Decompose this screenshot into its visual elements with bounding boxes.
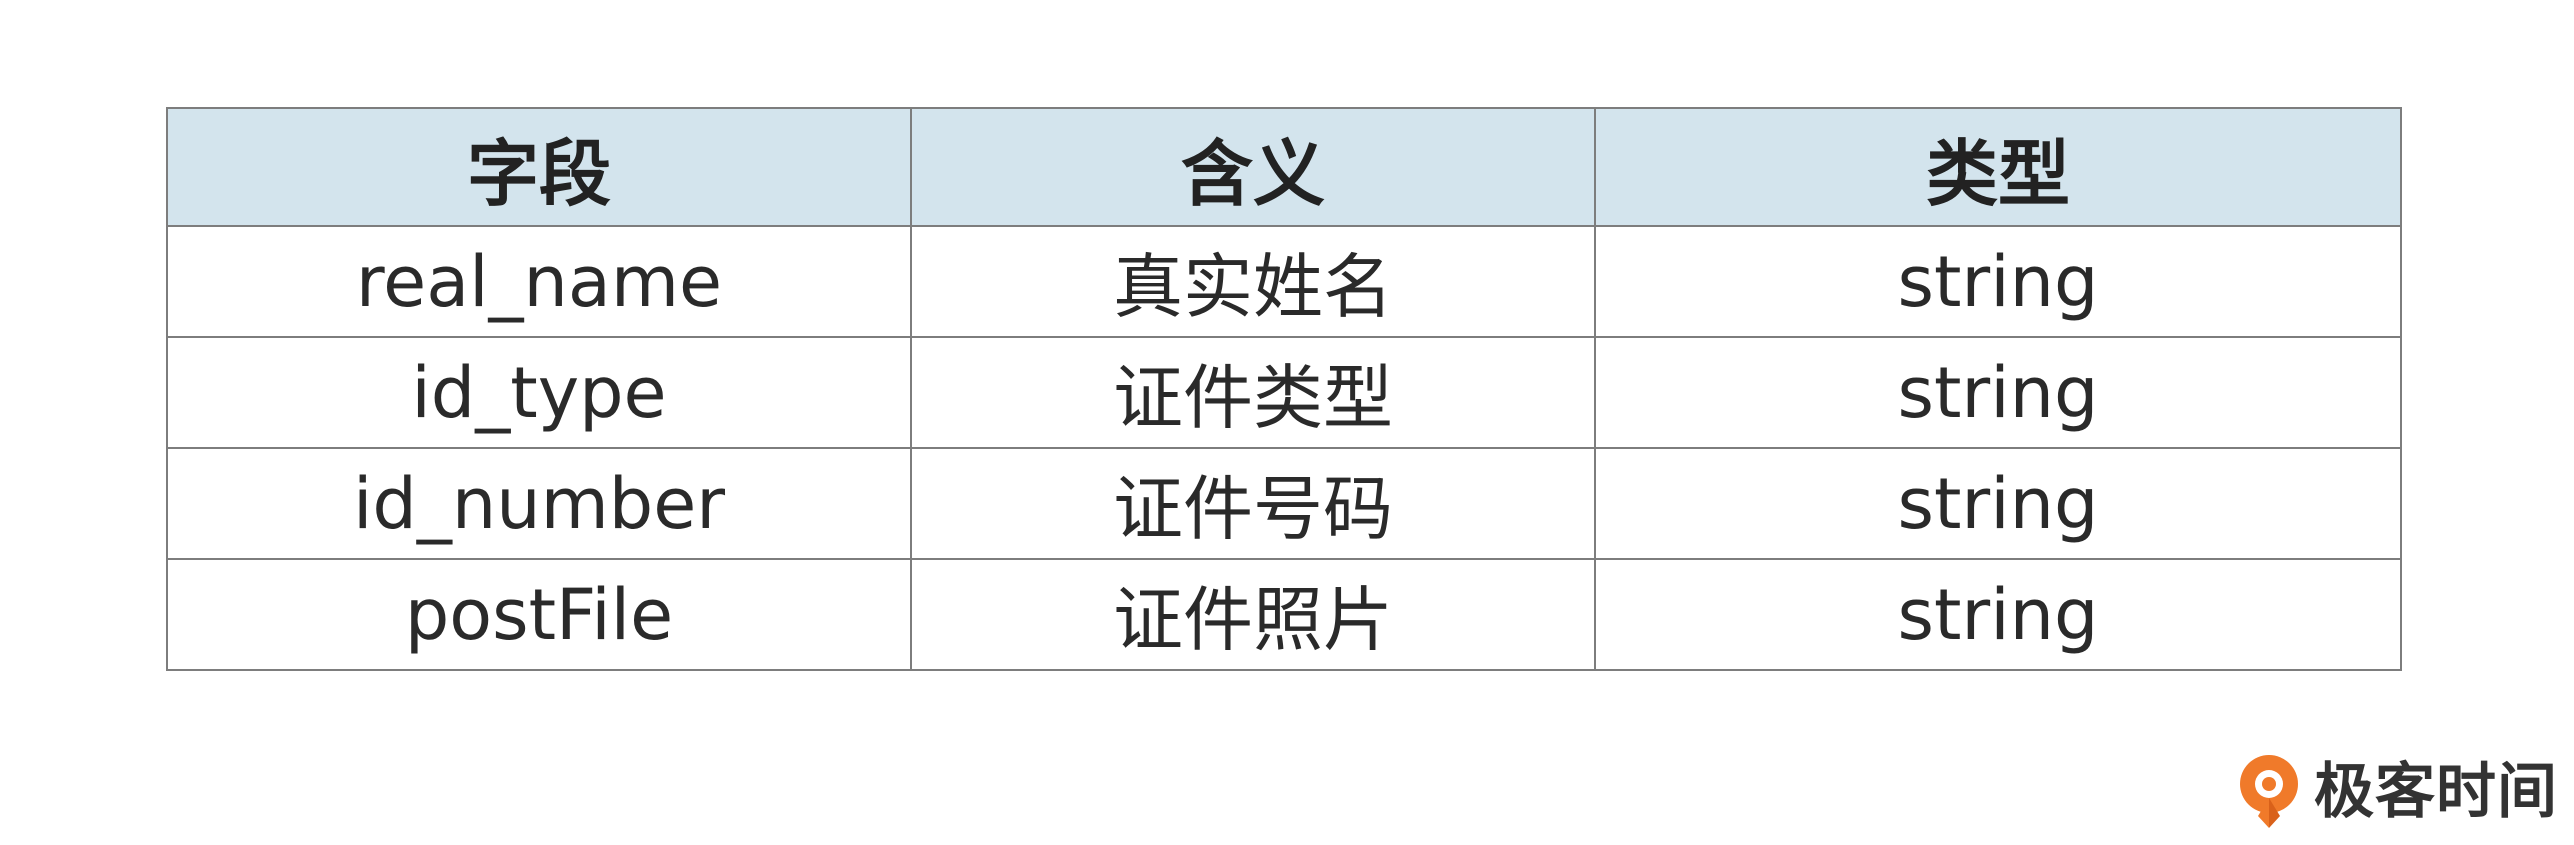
cell-meaning: 证件类型 xyxy=(910,336,1596,449)
fields-table: 字段 含义 类型 real_name 真实姓名 string id_type 证… xyxy=(166,107,2402,671)
cell-type: string xyxy=(1594,336,2402,449)
cell-field: postFile xyxy=(166,558,912,671)
cell-field: id_type xyxy=(166,336,912,449)
table-row: postFile 证件照片 string xyxy=(166,558,2402,671)
cell-meaning: 证件号码 xyxy=(910,447,1596,560)
cell-type: string xyxy=(1594,447,2402,560)
header-row: 字段 含义 类型 xyxy=(166,107,2402,227)
cell-meaning: 真实姓名 xyxy=(910,225,1596,338)
table-header: 字段 含义 类型 xyxy=(166,107,2402,227)
cell-field: id_number xyxy=(166,447,912,560)
cell-type: string xyxy=(1594,558,2402,671)
cell-meaning: 证件照片 xyxy=(910,558,1596,671)
geektime-logo: 极客时间 xyxy=(2236,752,2558,832)
table-row: id_number 证件号码 string xyxy=(166,447,2402,560)
cell-field: real_name xyxy=(166,225,912,338)
table-body: real_name 真实姓名 string id_type 证件类型 strin… xyxy=(166,225,2402,671)
header-field: 字段 xyxy=(166,107,912,227)
geektime-logo-icon xyxy=(2240,755,2298,828)
cell-type: string xyxy=(1594,225,2402,338)
table-row: real_name 真实姓名 string xyxy=(166,225,2402,338)
header-meaning: 含义 xyxy=(910,107,1596,227)
logo-text: 极客时间 xyxy=(2314,757,2558,827)
header-type: 类型 xyxy=(1594,107,2402,227)
table-row: id_type 证件类型 string xyxy=(166,336,2402,449)
